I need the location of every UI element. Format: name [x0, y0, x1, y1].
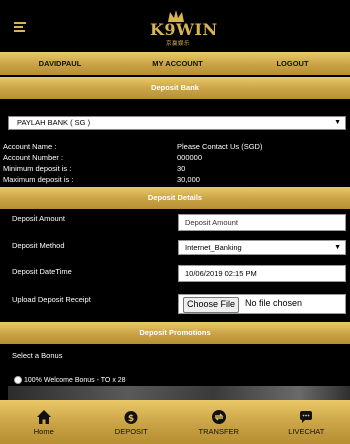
user-nav: DAVIDPAUL MY ACCOUNT LOGOUT	[0, 52, 350, 75]
select-bonus-label: Select a Bonus	[12, 351, 63, 360]
nav-livechat-label: LIVECHAT	[288, 427, 325, 436]
bonus-radio[interactable]	[14, 376, 22, 384]
min-deposit-label: Minimum deposit is :	[3, 164, 72, 173]
deposit-icon: $	[124, 411, 138, 424]
app-header: K9WIN 京赢娱乐	[0, 0, 350, 52]
chevron-down-icon: ▼	[334, 244, 341, 251]
file-status: No file chosen	[245, 298, 303, 308]
chat-icon	[300, 411, 313, 423]
nav-transfer[interactable]: TRANSFER	[175, 400, 263, 444]
bonus-option[interactable]: 100% Welcome Bonus - TO x 28	[14, 376, 126, 384]
deposit-promotions-header: Deposit Promotions	[0, 322, 350, 344]
bank-select-value: PAYLAH BANK ( SG )	[17, 118, 91, 127]
chevron-down-icon: ▼	[334, 119, 341, 126]
deposit-method-label: Deposit Method	[12, 241, 65, 250]
deposit-method-value: Internet_Banking	[185, 243, 242, 252]
my-account-link[interactable]: MY ACCOUNT	[120, 52, 235, 75]
upload-receipt-label: Upload Deposit Receipt	[12, 295, 91, 304]
nav-transfer-label: TRANSFER	[198, 427, 239, 436]
logo-text: K9WIN	[150, 20, 218, 39]
deposit-bank-header: Deposit Bank	[0, 77, 350, 99]
deposit-datetime-label: Deposit DateTime	[12, 267, 72, 276]
nav-livechat[interactable]: LIVECHAT	[263, 400, 350, 444]
min-deposit-value: 30	[177, 164, 186, 173]
nav-deposit[interactable]: $ DEPOSIT	[88, 400, 176, 444]
bottom-nav: Home $ DEPOSIT TRANSFER LIVECHAT	[0, 400, 350, 444]
username-link[interactable]: DAVIDPAUL	[0, 52, 120, 75]
deposit-details-header: Deposit Details	[0, 187, 350, 209]
receipt-file-input: Choose File No file chosen	[178, 294, 346, 314]
svg-text:$: $	[128, 414, 134, 424]
bonus-option-label: 100% Welcome Bonus - TO x 28	[24, 376, 126, 384]
home-icon	[36, 410, 51, 424]
max-deposit-value: 30,000	[177, 175, 200, 184]
account-name-value: Please Contact Us (SGD)	[177, 142, 263, 151]
max-deposit-label: Maximum deposit is :	[3, 175, 74, 184]
nav-deposit-label: DEPOSIT	[114, 427, 148, 436]
deposit-datetime-input[interactable]: 10/06/2019 02:15 PM	[178, 265, 346, 282]
promotion-banner-image[interactable]	[8, 386, 350, 400]
account-number-label: Account Number :	[3, 153, 64, 162]
bank-select[interactable]: PAYLAH BANK ( SG ) ▼	[8, 116, 346, 130]
logo-subtitle: 京赢娱乐	[166, 41, 191, 47]
deposit-amount-input[interactable]: Deposit Amount	[178, 214, 346, 231]
account-number-value: 000000	[177, 153, 203, 162]
deposit-amount-label: Deposit Amount	[12, 214, 65, 223]
transfer-icon	[211, 410, 226, 424]
logout-link[interactable]: LOGOUT	[235, 52, 350, 75]
choose-file-button[interactable]: Choose File	[183, 297, 239, 313]
account-name-label: Account Name :	[3, 142, 57, 151]
nav-home-label: Home	[33, 427, 54, 436]
hamburger-menu-icon[interactable]	[14, 22, 26, 32]
deposit-method-select[interactable]: Internet_Banking ▼	[178, 240, 346, 255]
logo[interactable]: K9WIN 京赢娱乐	[150, 8, 218, 48]
nav-home[interactable]: Home	[0, 400, 88, 444]
